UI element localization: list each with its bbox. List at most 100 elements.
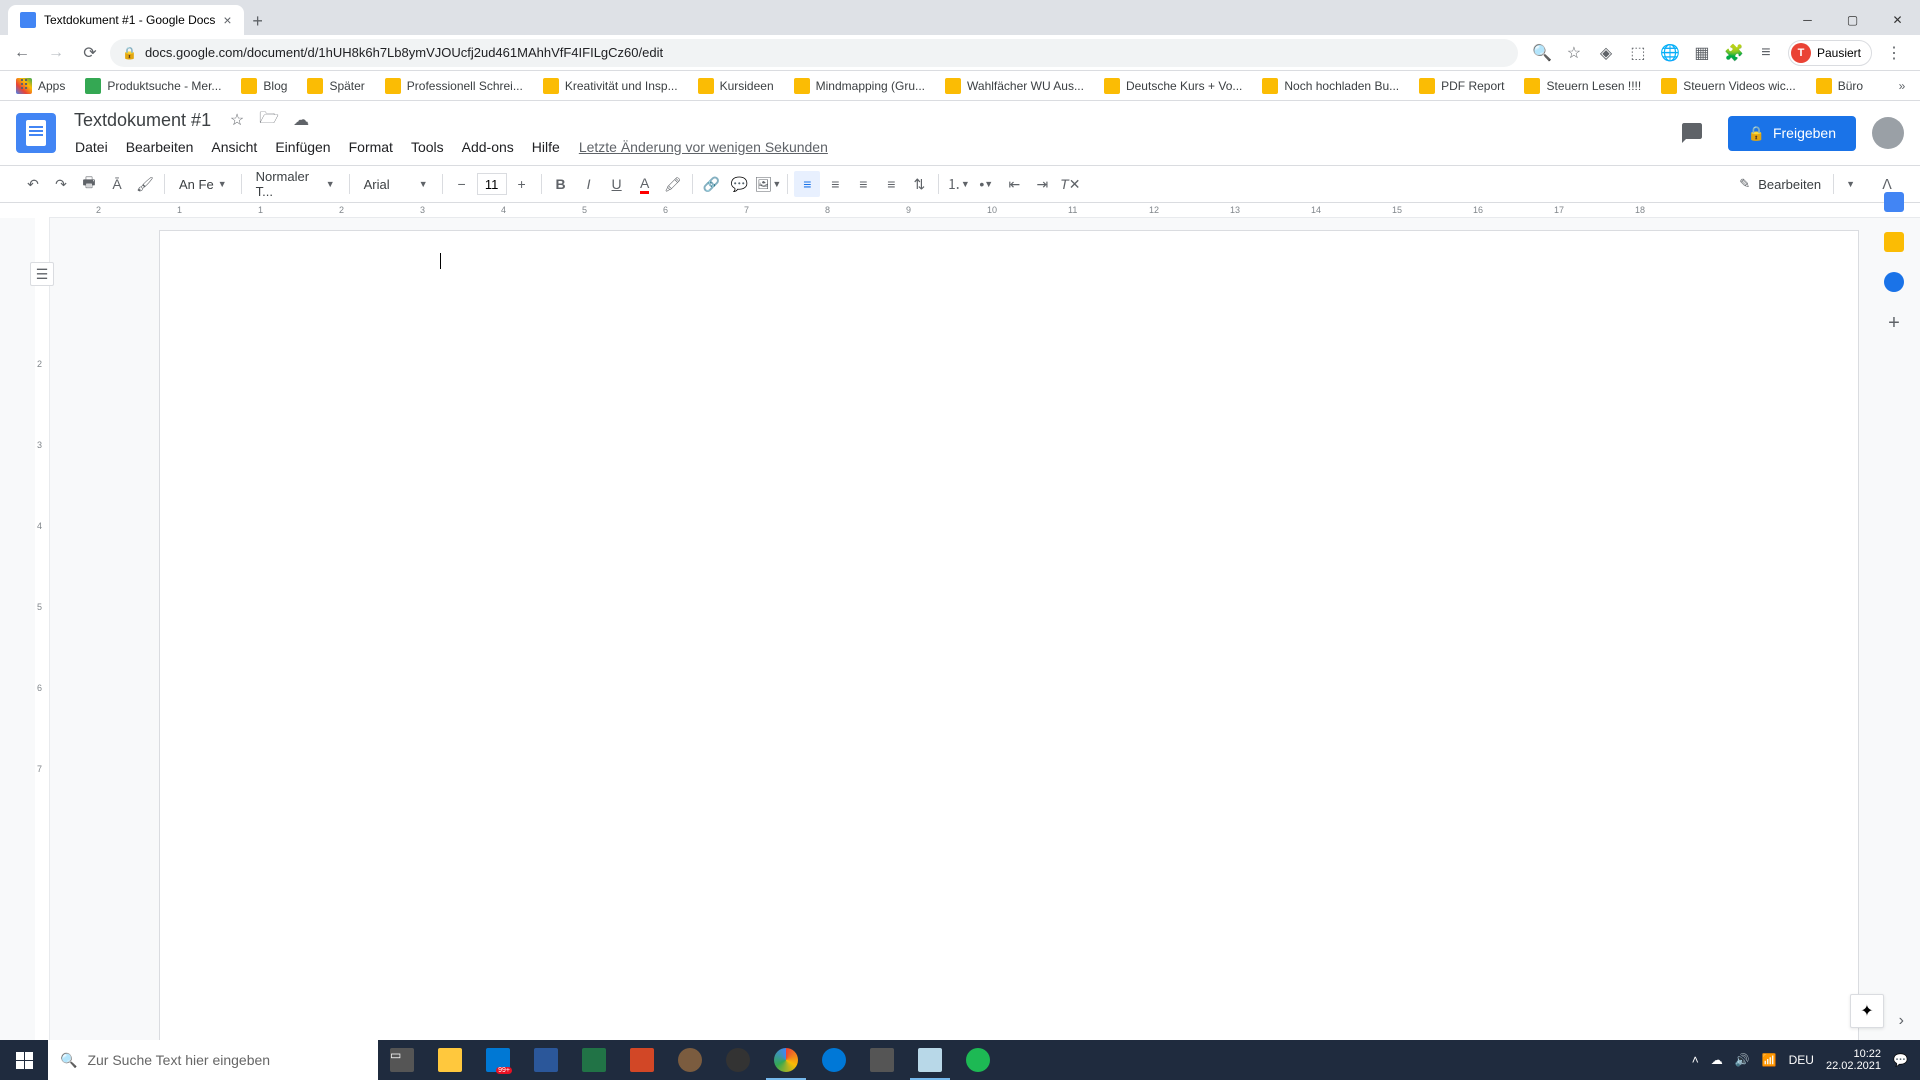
tasks-sidebar-icon[interactable]: [1884, 272, 1904, 292]
windows-search-input[interactable]: 🔍 Zur Suche Text hier eingeben: [48, 1040, 378, 1080]
bulleted-list-button[interactable]: •▼: [973, 171, 999, 197]
numbered-list-button[interactable]: ⒈▼: [945, 171, 971, 197]
insert-image-button[interactable]: 🖼▼: [755, 171, 782, 197]
bookmark-item[interactable]: PDF Report: [1411, 74, 1512, 98]
bookmark-item[interactable]: Blog: [233, 74, 295, 98]
zoom-select[interactable]: An Fe ▼: [171, 171, 235, 197]
italic-button[interactable]: I: [576, 171, 602, 197]
highlight-button[interactable]: 🖍: [660, 171, 686, 197]
align-left-button[interactable]: ≡: [794, 171, 820, 197]
star-icon[interactable]: ☆: [225, 108, 249, 132]
new-tab-button[interactable]: +: [244, 7, 272, 35]
bookmark-star-icon[interactable]: ☆: [1564, 43, 1584, 63]
line-spacing-button[interactable]: ⇅: [906, 171, 932, 197]
network-icon[interactable]: 📶: [1762, 1053, 1777, 1067]
minimize-button[interactable]: ─: [1785, 5, 1830, 35]
insert-comment-button[interactable]: 💬: [727, 171, 753, 197]
horizontal-ruler[interactable]: 21123456789101112131415161718: [96, 203, 1894, 218]
explore-button[interactable]: ✦: [1850, 994, 1884, 1028]
powerpoint-button[interactable]: [618, 1040, 666, 1080]
volume-icon[interactable]: 🔊: [1735, 1053, 1750, 1067]
sidebar-collapse-button[interactable]: ›: [1899, 1012, 1904, 1030]
menu-bearbeiten[interactable]: Bearbeiten: [119, 135, 201, 159]
paint-format-button[interactable]: 🖌: [132, 171, 158, 197]
excel-button[interactable]: [570, 1040, 618, 1080]
document-title-input[interactable]: Textdokument #1: [68, 108, 217, 133]
cloud-status-icon[interactable]: ☁: [289, 108, 313, 132]
bookmark-item[interactable]: Mindmapping (Gru...: [786, 74, 933, 98]
edge-button[interactable]: [810, 1040, 858, 1080]
chrome-button[interactable]: [762, 1040, 810, 1080]
bookmarks-overflow[interactable]: »: [1892, 76, 1912, 96]
align-justify-button[interactable]: ≡: [878, 171, 904, 197]
task-view-button[interactable]: ▭: [378, 1040, 426, 1080]
font-select[interactable]: Arial ▼: [356, 171, 436, 197]
menu-ansicht[interactable]: Ansicht: [204, 135, 264, 159]
outline-toggle-button[interactable]: ☰: [30, 262, 54, 286]
close-tab-icon[interactable]: ×: [223, 12, 231, 28]
tray-expand-icon[interactable]: ˄: [1692, 1053, 1699, 1067]
align-center-button[interactable]: ≡: [822, 171, 848, 197]
notepad-button[interactable]: [906, 1040, 954, 1080]
bookmark-item[interactable]: Deutsche Kurs + Vo...: [1096, 74, 1250, 98]
zoom-icon[interactable]: 🔍: [1532, 43, 1552, 63]
reload-button[interactable]: ⟳: [76, 39, 104, 67]
align-right-button[interactable]: ≡: [850, 171, 876, 197]
spellcheck-button[interactable]: Ā: [104, 171, 130, 197]
clear-formatting-button[interactable]: T✕: [1057, 171, 1083, 197]
redo-button[interactable]: ↷: [48, 171, 74, 197]
clock[interactable]: 10:22 22.02.2021: [1826, 1048, 1881, 1072]
bookmark-item[interactable]: Kursideen: [690, 74, 782, 98]
bookmark-item[interactable]: Wahlfächer WU Aus...: [937, 74, 1092, 98]
app-icon[interactable]: 99+: [474, 1040, 522, 1080]
spotify-button[interactable]: [954, 1040, 1002, 1080]
editing-mode-button[interactable]: ✎ Bearbeiten ▼: [1728, 169, 1866, 199]
add-sidebar-button[interactable]: +: [1888, 312, 1900, 335]
profile-button[interactable]: T Pausiert: [1788, 40, 1872, 66]
move-icon[interactable]: 🗁: [257, 108, 281, 132]
extension-icon-2[interactable]: ⬚: [1628, 43, 1648, 63]
app-button[interactable]: [666, 1040, 714, 1080]
menu-hilfe[interactable]: Hilfe: [525, 135, 567, 159]
print-button[interactable]: 🖶: [76, 171, 102, 197]
browser-tab[interactable]: Textdokument #1 - Google Docs ×: [8, 5, 244, 35]
font-size-input[interactable]: [477, 173, 507, 195]
language-indicator[interactable]: DEU: [1789, 1053, 1814, 1067]
bookmark-item[interactable]: Kreativität und Insp...: [535, 74, 686, 98]
app-button-2[interactable]: [858, 1040, 906, 1080]
bookmark-item[interactable]: Büro: [1808, 74, 1871, 98]
bookmark-item[interactable]: Später: [299, 74, 372, 98]
paragraph-style-select[interactable]: Normaler T... ▼: [248, 171, 343, 197]
forward-button[interactable]: →: [42, 39, 70, 67]
menu-format[interactable]: Format: [342, 135, 400, 159]
keep-sidebar-icon[interactable]: [1884, 232, 1904, 252]
bookmark-item[interactable]: Noch hochladen Bu...: [1254, 74, 1407, 98]
last-edit-link[interactable]: Letzte Änderung vor wenigen Sekunden: [571, 135, 836, 159]
menu-tools[interactable]: Tools: [404, 135, 451, 159]
word-button[interactable]: [522, 1040, 570, 1080]
maximize-button[interactable]: ▢: [1830, 5, 1875, 35]
obs-button[interactable]: [714, 1040, 762, 1080]
menu-einfügen[interactable]: Einfügen: [268, 135, 337, 159]
notifications-icon[interactable]: 💬: [1893, 1053, 1908, 1067]
bookmark-item[interactable]: Steuern Lesen !!!!: [1516, 74, 1649, 98]
insert-link-button[interactable]: 🔗: [699, 171, 725, 197]
comments-button[interactable]: [1672, 113, 1712, 153]
bold-button[interactable]: B: [548, 171, 574, 197]
back-button[interactable]: ←: [8, 39, 36, 67]
close-window-button[interactable]: ✕: [1875, 5, 1920, 35]
increase-font-button[interactable]: +: [509, 171, 535, 197]
docs-home-button[interactable]: [16, 113, 56, 153]
document-page[interactable]: [159, 230, 1859, 1040]
bookmark-item[interactable]: Steuern Videos wic...: [1653, 74, 1804, 98]
onedrive-icon[interactable]: ☁: [1711, 1053, 1723, 1067]
start-button[interactable]: [0, 1040, 48, 1080]
menu-add-ons[interactable]: Add-ons: [455, 135, 521, 159]
decrease-indent-button[interactable]: ⇤: [1001, 171, 1027, 197]
undo-button[interactable]: ↶: [20, 171, 46, 197]
chrome-menu-icon[interactable]: ⋮: [1884, 43, 1904, 63]
vertical-ruler[interactable]: 1234567: [35, 218, 50, 1040]
bookmark-item[interactable]: ⠿Apps: [8, 74, 73, 98]
calendar-sidebar-icon[interactable]: [1884, 192, 1904, 212]
share-button[interactable]: 🔒 Freigeben: [1728, 116, 1856, 151]
